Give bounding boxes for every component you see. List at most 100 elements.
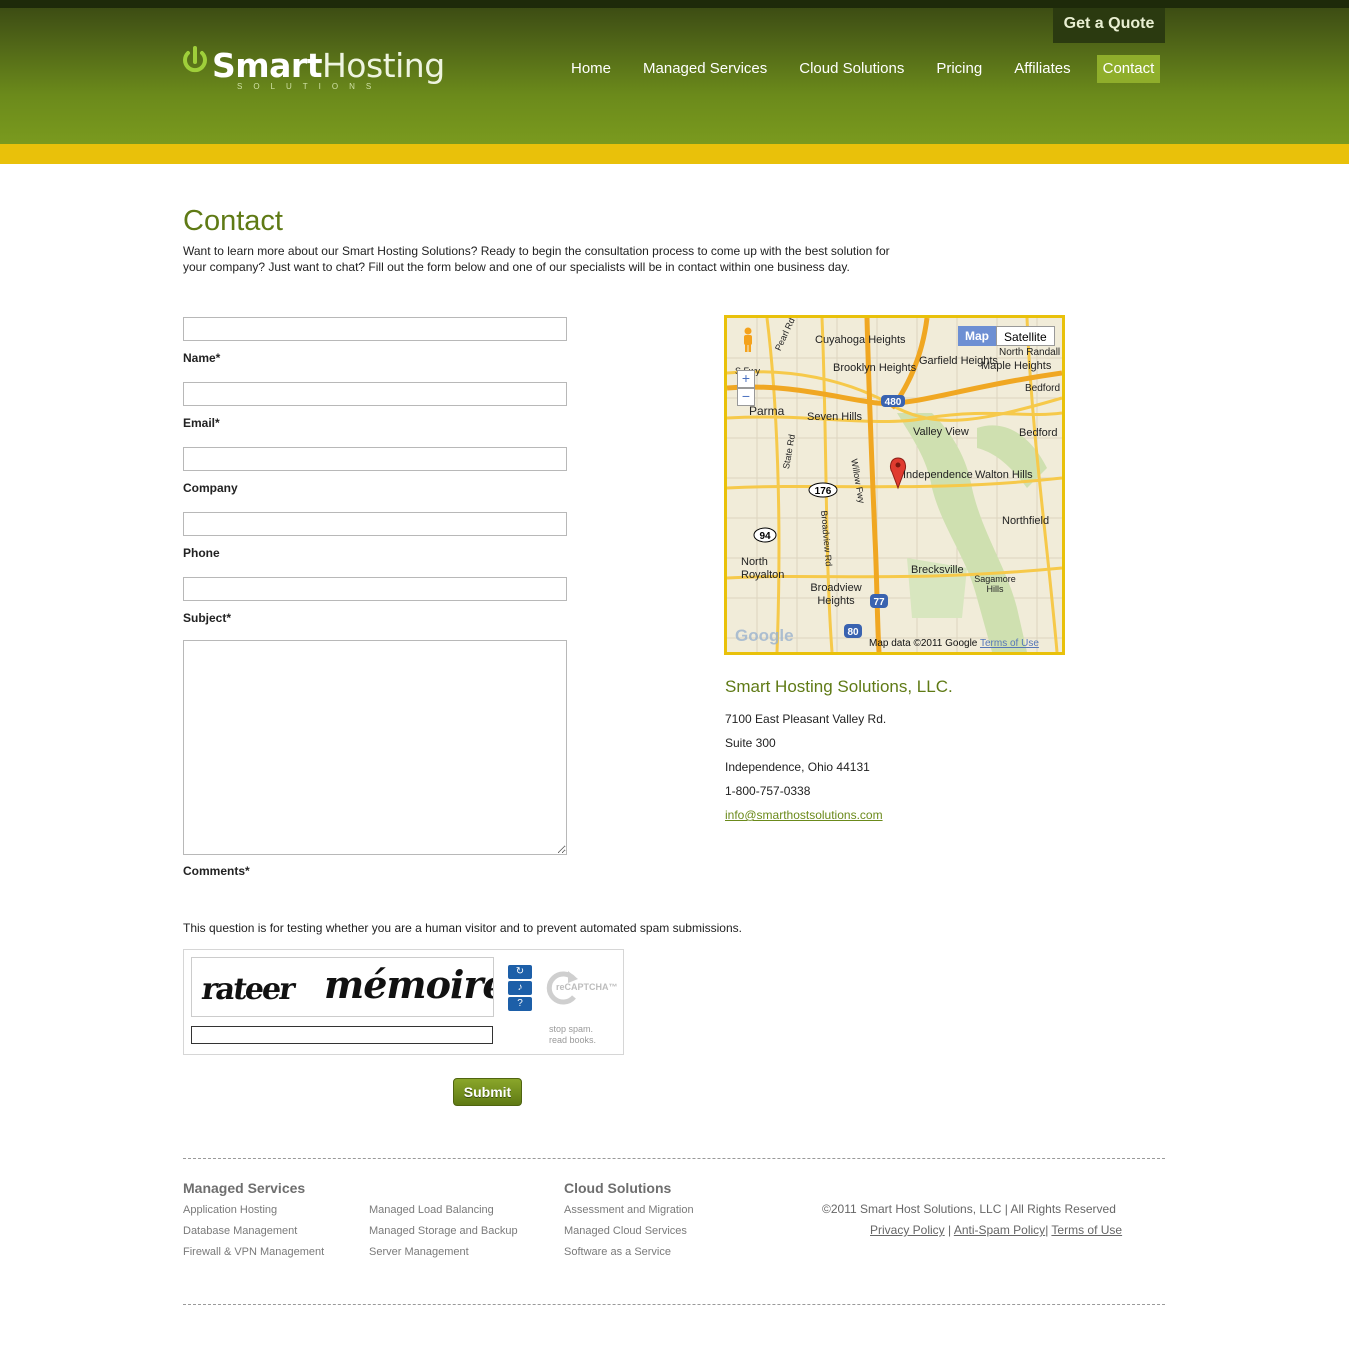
nav-affiliates[interactable]: Affiliates: [1008, 55, 1076, 83]
comments-textarea[interactable]: [183, 640, 567, 855]
recaptcha-logo: reCAPTCHA™: [544, 967, 620, 1007]
map-type-satellite-button[interactable]: Satellite: [996, 326, 1055, 346]
footer-link-assessment-migration[interactable]: Assessment and Migration: [564, 1204, 694, 1216]
header-top-line: [0, 0, 1349, 8]
map-data-text: Map data ©2011 Google: [869, 638, 978, 649]
captcha-word-1: rateer: [199, 972, 296, 1007]
company-address-1: 7100 East Pleasant Valley Rd.: [725, 712, 887, 726]
footer-link-storage-backup[interactable]: Managed Storage and Backup: [369, 1225, 518, 1237]
captcha-image: rateer mémoire: [191, 957, 494, 1017]
power-icon: [183, 46, 207, 73]
captcha-response-input[interactable]: [191, 1026, 493, 1044]
footer-link-server-management[interactable]: Server Management: [369, 1246, 469, 1258]
footer-cloud-heading: Cloud Solutions: [564, 1180, 672, 1196]
spam-note: This question is for testing whether you…: [183, 921, 742, 935]
get-quote-button[interactable]: Get a Quote: [1053, 8, 1165, 43]
map-label-parma: Parma: [749, 404, 785, 418]
pegman-icon[interactable]: [741, 327, 755, 353]
map-label-northfield: Northfield: [1002, 515, 1050, 527]
footer-divider-top: [183, 1158, 1165, 1159]
footer-divider-bottom: [183, 1304, 1165, 1305]
footer-link-managed-cloud[interactable]: Managed Cloud Services: [564, 1225, 687, 1237]
map-shield-176: 176: [815, 486, 832, 497]
map-shield-480: 480: [885, 397, 902, 408]
map-label-north-randall: North Randall: [999, 347, 1061, 358]
nav-pricing[interactable]: Pricing: [930, 55, 988, 83]
map-label-brooklyn: Brooklyn Heights: [833, 362, 917, 374]
site-header: SmartHosting SOLUTIONS Get a Quote Home …: [0, 0, 1349, 144]
location-map[interactable]: 480 176 94 77 80 Cuyahoga Heights Brookl…: [724, 315, 1065, 655]
nav-home[interactable]: Home: [565, 55, 617, 83]
captcha-audio-icon[interactable]: ♪: [508, 981, 532, 995]
site-logo[interactable]: SmartHosting SOLUTIONS: [182, 44, 445, 96]
email-input[interactable]: [183, 382, 567, 406]
captcha-help-icon[interactable]: ?: [508, 997, 532, 1011]
map-label-maple: Maple Heights: [981, 360, 1052, 372]
captcha-word-2: mémoire: [324, 962, 494, 1007]
map-terms-link[interactable]: Terms of Use: [980, 638, 1039, 649]
subject-label: Subject*: [183, 611, 232, 625]
captcha-refresh-icon[interactable]: ↻: [508, 965, 532, 979]
recaptcha-slogan-1: stop spam.: [549, 1024, 594, 1034]
page-title: Contact: [183, 205, 283, 237]
company-phone: 1-800-757-0338: [725, 784, 811, 798]
company-email-link[interactable]: info@smarthostsolutions.com: [725, 808, 883, 822]
map-label-broadview-heights: Broadview Heights: [810, 582, 862, 607]
name-input[interactable]: [183, 317, 567, 341]
recaptcha-slogan: stop spam. read books.: [549, 1024, 596, 1046]
comments-label: Comments*: [183, 864, 250, 878]
logo-tagline: SOLUTIONS: [237, 82, 383, 91]
map-label-bedford: Bedford: [1019, 427, 1058, 439]
map-label-valley-view: Valley View: [913, 426, 969, 438]
nav-cloud-solutions[interactable]: Cloud Solutions: [793, 55, 910, 83]
map-zoom-in-button[interactable]: +: [737, 370, 755, 388]
google-logo: Google: [735, 626, 794, 645]
map-label-independence: Independence: [903, 469, 973, 481]
map-label-cuyahoga: Cuyahoga Heights: [815, 334, 906, 346]
map-label-bedford-heights: Bedford Heights: [1025, 383, 1062, 394]
logo-hosting: Hosting: [321, 46, 445, 85]
footer-link-application-hosting[interactable]: Application Hosting: [183, 1204, 277, 1216]
footer-managed-heading: Managed Services: [183, 1180, 306, 1196]
recaptcha-widget: rateer mémoire ↻ ♪ ? reCAPTCHA™ stop spa…: [183, 949, 624, 1055]
footer-link-saas[interactable]: Software as a Service: [564, 1246, 671, 1258]
map-zoom-out-button[interactable]: −: [737, 388, 755, 406]
phone-label: Phone: [183, 546, 220, 560]
company-input[interactable]: [183, 447, 567, 471]
map-label-seven-hills: Seven Hills: [807, 411, 863, 423]
main-nav: Home Managed Services Cloud Solutions Pr…: [555, 55, 1170, 83]
privacy-policy-link[interactable]: Privacy Policy: [870, 1223, 945, 1237]
company-city: Independence, Ohio 44131: [725, 760, 870, 774]
footer-link-database-management[interactable]: Database Management: [183, 1225, 297, 1237]
map-label-walton-hills: Walton Hills: [975, 469, 1033, 481]
recaptcha-slogan-2: read books.: [549, 1035, 597, 1045]
map-label-north-royalton: North Royalton: [741, 556, 785, 581]
map-label-brecksville: Brecksville: [911, 564, 964, 576]
logo-smart: Smart: [212, 46, 322, 85]
map-label-sagamore: Sagamore Hills: [974, 574, 1016, 594]
phone-input[interactable]: [183, 512, 567, 536]
footer-copyright: ©2011 Smart Host Solutions, LLC | All Ri…: [822, 1202, 1116, 1216]
footer-link-firewall-vpn[interactable]: Firewall & VPN Management: [183, 1246, 324, 1258]
email-label: Email*: [183, 416, 220, 430]
nav-managed-services[interactable]: Managed Services: [637, 55, 773, 83]
submit-button[interactable]: Submit: [453, 1078, 522, 1106]
map-shield-80: 80: [847, 627, 859, 638]
recaptcha-brand: reCAPTCHA™: [556, 982, 618, 992]
header-accent-band: [0, 144, 1349, 164]
logo-wordmark: SmartHosting: [212, 46, 445, 85]
map-shield-94: 94: [759, 531, 771, 542]
company-address-2: Suite 300: [725, 736, 776, 750]
map-type-map-button[interactable]: Map: [958, 326, 996, 346]
subject-input[interactable]: [183, 577, 567, 601]
terms-of-use-link[interactable]: Terms of Use: [1051, 1223, 1122, 1237]
anti-spam-policy-link[interactable]: Anti-Spam Policy: [954, 1223, 1045, 1237]
nav-contact[interactable]: Contact: [1096, 55, 1161, 83]
map-type-control: Map Satellite: [958, 326, 1055, 346]
map-attribution: Map data ©2011 Google Terms of Use: [869, 638, 1039, 649]
name-label: Name*: [183, 351, 221, 365]
footer-legal-links: Privacy Policy | Anti-Spam Policy| Terms…: [870, 1223, 1123, 1237]
footer-link-load-balancing[interactable]: Managed Load Balancing: [369, 1204, 494, 1216]
page-intro: Want to learn more about our Smart Hosti…: [183, 244, 890, 274]
company-name: Smart Hosting Solutions, LLC.: [725, 677, 953, 696]
